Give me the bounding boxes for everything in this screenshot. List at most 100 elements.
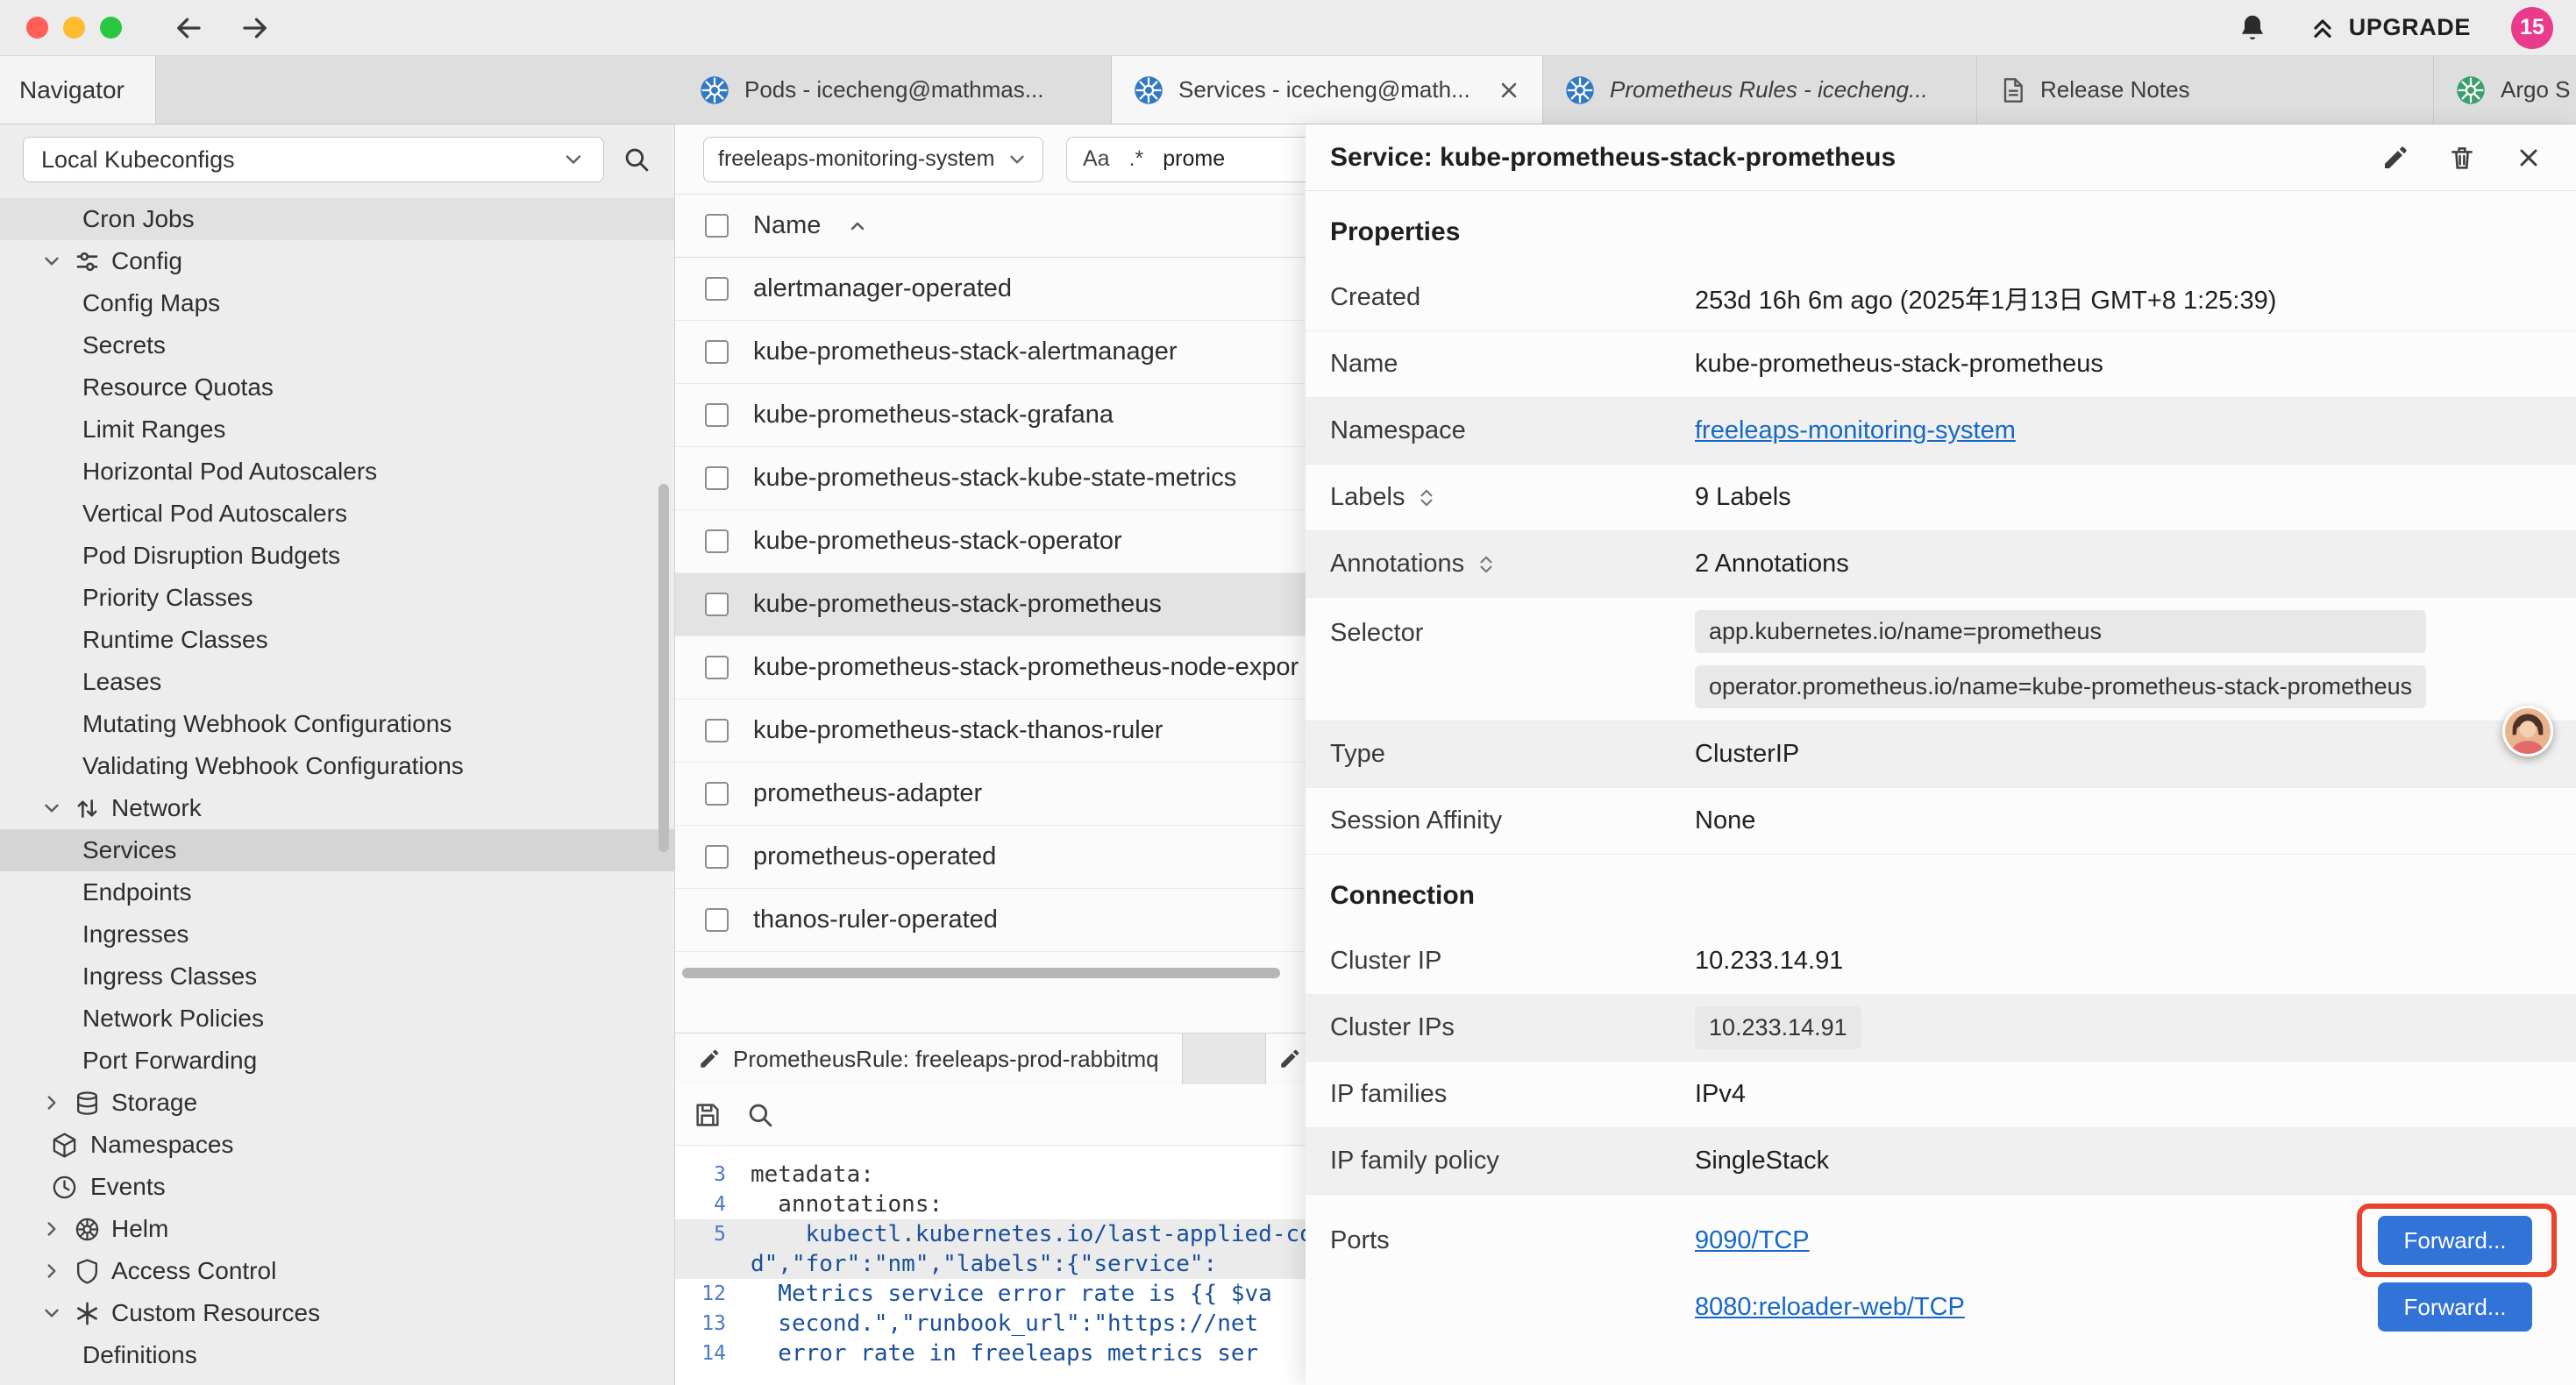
table-row[interactable]: prometheus-adapter — [675, 763, 1306, 826]
row-checkbox[interactable] — [705, 719, 729, 742]
regex-toggle[interactable]: .* — [1129, 146, 1144, 172]
tab-pods[interactable]: Pods - icecheng@mathmas... — [678, 56, 1112, 124]
close-tab-icon[interactable] — [1497, 78, 1521, 103]
sidebar-item-services[interactable]: Services — [0, 829, 674, 871]
sidebar-item-mutating-webhook-configurations[interactable]: Mutating Webhook Configurations — [0, 703, 674, 745]
name-column-header[interactable]: Name — [753, 211, 821, 240]
chevron-down-icon[interactable] — [40, 250, 63, 273]
row-checkbox[interactable] — [705, 782, 729, 806]
back-arrow-icon[interactable] — [173, 12, 204, 44]
chevron-right-icon[interactable] — [40, 1218, 63, 1240]
row-checkbox[interactable] — [705, 277, 729, 301]
table-row[interactable]: kube-prometheus-stack-grafana — [675, 384, 1306, 447]
labels-expander-icon[interactable] — [1415, 487, 1438, 509]
sidebar-item-cron-jobs[interactable]: Cron Jobs — [0, 198, 674, 240]
sidebar-item-resource-quotas[interactable]: Resource Quotas — [0, 366, 674, 408]
sidebar-item-vertical-pod-autoscalers[interactable]: Vertical Pod Autoscalers — [0, 493, 674, 535]
sidebar-item-secrets[interactable]: Secrets — [0, 324, 674, 366]
namespace-link[interactable]: freeleaps-monitoring-system — [1695, 416, 2016, 444]
sort-ascending-icon[interactable] — [847, 216, 868, 237]
notifications-bell-icon[interactable] — [2237, 12, 2268, 44]
tab-services[interactable]: Services - icecheng@math... — [1112, 56, 1543, 124]
sidebar-item-runtime-classes[interactable]: Runtime Classes — [0, 619, 674, 661]
table-row[interactable]: alertmanager-operated — [675, 258, 1306, 321]
table-row[interactable]: thanos-ruler-operated — [675, 889, 1306, 952]
sidebar-item-network[interactable]: Network — [0, 787, 674, 829]
save-icon[interactable] — [693, 1100, 722, 1130]
sidebar-item-leases[interactable]: Leases — [0, 661, 674, 703]
row-checkbox[interactable] — [705, 656, 729, 679]
sidebar-item-custom-resources[interactable]: Custom Resources — [0, 1292, 674, 1334]
tab-argo[interactable]: Argo S — [2434, 56, 2576, 124]
search-icon[interactable] — [745, 1100, 775, 1130]
tab-release-notes[interactable]: Release Notes — [1977, 56, 2434, 124]
notification-count-badge[interactable]: 15 — [2511, 7, 2553, 49]
table-row-selected[interactable]: kube-prometheus-stack-prometheus — [675, 573, 1306, 636]
sidebar-item-storage[interactable]: Storage — [0, 1082, 674, 1124]
row-checkbox[interactable] — [705, 908, 729, 932]
property-row-type: Type ClusterIP — [1306, 721, 2576, 788]
search-input[interactable]: Aa .* prome — [1066, 137, 1306, 182]
row-checkbox[interactable] — [705, 340, 729, 364]
forward-port-button[interactable]: Forward... — [2378, 1282, 2532, 1332]
match-case-toggle[interactable]: Aa — [1083, 146, 1110, 172]
chevron-down-icon[interactable] — [40, 1302, 63, 1325]
sidebar-item-network-policies[interactable]: Network Policies — [0, 998, 674, 1040]
yaml-editor[interactable]: 3metadata: 4 annotations: 5 kubectl.kube… — [675, 1146, 1306, 1385]
sidebar-item-ingress-classes[interactable]: Ingress Classes — [0, 955, 674, 998]
forward-arrow-icon[interactable] — [239, 12, 271, 44]
table-row[interactable]: kube-prometheus-stack-alertmanager — [675, 321, 1306, 384]
sidebar-item-endpoints[interactable]: Endpoints — [0, 871, 674, 913]
row-checkbox[interactable] — [705, 466, 729, 490]
kubeconfig-selector[interactable]: Local Kubeconfigs — [23, 137, 604, 182]
sidebar-item-ingresses[interactable]: Ingresses — [0, 913, 674, 955]
sidebar-item-horizontal-pod-autoscalers[interactable]: Horizontal Pod Autoscalers — [0, 451, 674, 493]
sidebar-item-helm[interactable]: Helm — [0, 1208, 674, 1250]
line-number: 13 — [675, 1309, 751, 1339]
delete-icon[interactable] — [2448, 144, 2476, 172]
row-checkbox[interactable] — [705, 529, 729, 553]
port-link[interactable]: 9090/TCP — [1695, 1226, 1810, 1255]
sidebar-search-icon[interactable] — [622, 145, 651, 174]
property-row-namespace: Namespace freeleaps-monitoring-system — [1306, 398, 2576, 465]
chevron-right-icon[interactable] — [40, 1260, 63, 1282]
sidebar-item-namespaces[interactable]: Namespaces — [0, 1124, 674, 1166]
sidebar-item-priority-classes[interactable]: Priority Classes — [0, 577, 674, 619]
namespace-filter-select[interactable]: freeleaps-monitoring-system — [703, 137, 1043, 182]
chevron-right-icon[interactable] — [40, 1091, 63, 1114]
sidebar-item-validating-webhook-configurations[interactable]: Validating Webhook Configurations — [0, 745, 674, 787]
table-row[interactable]: kube-prometheus-stack-thanos-ruler — [675, 700, 1306, 763]
sidebar-item-events[interactable]: Events — [0, 1166, 674, 1208]
table-row[interactable]: prometheus-operated — [675, 826, 1306, 889]
forward-port-button[interactable]: Forward... — [2378, 1216, 2532, 1265]
table-row[interactable]: kube-prometheus-stack-kube-state-metrics — [675, 447, 1306, 510]
table-row[interactable]: kube-prometheus-stack-operator — [675, 510, 1306, 573]
chevron-down-icon[interactable] — [40, 797, 63, 820]
minimize-window-button[interactable] — [63, 17, 85, 39]
table-row[interactable]: kube-prometheus-stack-prometheus-node-ex… — [675, 636, 1306, 700]
sidebar-scrollbar[interactable] — [658, 484, 669, 852]
sidebar-item-access-control[interactable]: Access Control — [0, 1250, 674, 1292]
zoom-window-button[interactable] — [100, 17, 122, 39]
upgrade-button[interactable]: UPGRADE — [2309, 14, 2471, 42]
horizontal-scrollbar-thumb[interactable] — [682, 968, 1280, 978]
edit-icon[interactable] — [2381, 144, 2409, 172]
dock-tab-prometheusrule[interactable]: PrometheusRule: freeleaps-prod-rabbitmq — [675, 1033, 1183, 1084]
sidebar-item-definitions[interactable]: Definitions — [0, 1334, 674, 1376]
annotations-expander-icon[interactable] — [1475, 553, 1498, 576]
row-checkbox[interactable] — [705, 593, 729, 616]
row-checkbox[interactable] — [705, 403, 729, 427]
sidebar-item-port-forwarding[interactable]: Port Forwarding — [0, 1040, 674, 1082]
user-avatar[interactable] — [2502, 706, 2553, 756]
port-link[interactable]: 8080:reloader-web/TCP — [1695, 1293, 1965, 1322]
sidebar-item-pod-disruption-budgets[interactable]: Pod Disruption Budgets — [0, 535, 674, 577]
sidebar-item-config[interactable]: Config — [0, 240, 674, 282]
close-drawer-icon[interactable] — [2515, 144, 2543, 172]
row-checkbox[interactable] — [705, 845, 729, 869]
sidebar-item-limit-ranges[interactable]: Limit Ranges — [0, 408, 674, 451]
select-all-checkbox[interactable] — [705, 214, 729, 238]
dock-tab-partial[interactable] — [1265, 1033, 1306, 1084]
tab-prometheus-rules[interactable]: Prometheus Rules - icecheng... — [1543, 56, 1977, 124]
close-window-button[interactable] — [26, 17, 48, 39]
sidebar-item-config-maps[interactable]: Config Maps — [0, 282, 674, 324]
